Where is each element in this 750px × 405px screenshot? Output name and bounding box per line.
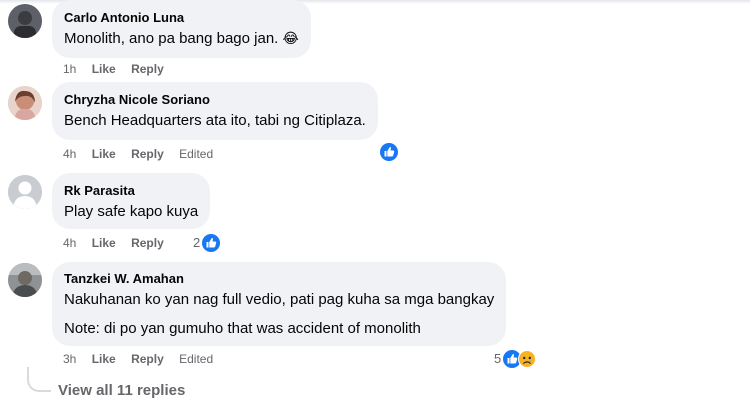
reaction-summary[interactable]: 2 <box>193 234 221 252</box>
comment-author[interactable]: Tanzkei W. Amahan <box>64 271 494 287</box>
comment-text-line: Monolith, ano pa bang bago jan. <box>64 30 279 47</box>
reply-button[interactable]: Reply <box>131 146 164 162</box>
comment-bubble: Carlo Antonio Luna Monolith, ano pa bang… <box>52 0 311 58</box>
reaction-summary[interactable]: 5 <box>494 350 537 368</box>
comment-actions: 4h Like Reply Edited <box>63 146 225 162</box>
reaction-count: 5 <box>494 351 502 366</box>
comment-time[interactable]: 4h <box>63 235 76 251</box>
reply-button[interactable]: Reply <box>131 235 164 251</box>
comment-text-line: Nakuhanan ko yan nag full vedio, pati pa… <box>64 291 495 308</box>
comment-author[interactable]: Carlo Antonio Luna <box>64 10 299 26</box>
like-button[interactable]: Like <box>92 61 116 77</box>
comment-bubble: Tanzkei W. Amahan Nakuhanan ko yan nag f… <box>52 262 507 346</box>
like-button[interactable]: Like <box>92 235 116 251</box>
comment-actions: 3h Like Reply Edited <box>63 351 225 367</box>
comment-author[interactable]: Rk Parasita <box>64 183 198 199</box>
default-profile-icon <box>8 175 42 209</box>
comment-bubble: Rk Parasita Play safe kapo kuya <box>52 173 211 229</box>
comment-time[interactable]: 1h <box>63 61 76 77</box>
profile-photo-icon <box>8 263 42 297</box>
profile-photo-icon <box>8 4 42 38</box>
comment-actions: 4h Like Reply <box>63 235 176 251</box>
like-button[interactable]: Like <box>92 351 116 367</box>
comment-text: Play safe kapo kuya <box>64 203 199 220</box>
comment-actions: 1h Like Reply <box>63 61 176 77</box>
reaction-summary[interactable] <box>380 143 398 161</box>
profile-photo-icon <box>8 86 42 120</box>
avatar-tanzkei[interactable] <box>8 263 42 297</box>
comment-text: Bench Headquarters ata ito, tabi ng Citi… <box>64 112 366 129</box>
comment-time[interactable]: 3h <box>63 351 76 367</box>
comment-bubble: Chryzha Nicole Soriano Bench Headquarter… <box>52 82 378 140</box>
thread-connector-line <box>27 367 51 392</box>
avatar-chryzha[interactable] <box>8 86 42 120</box>
comment-time[interactable]: 4h <box>63 146 76 162</box>
reply-button[interactable]: Reply <box>131 61 164 77</box>
avatar-rk[interactable] <box>8 175 42 209</box>
view-all-replies-link[interactable]: View all 11 replies <box>58 381 185 401</box>
edited-label: Edited <box>179 352 214 366</box>
comment-text-line: Note: di po yan gumuho that was accident… <box>64 320 421 337</box>
like-icon <box>202 234 221 252</box>
like-icon <box>380 143 398 161</box>
edited-label: Edited <box>179 147 214 161</box>
sad-icon <box>518 350 537 368</box>
laughing-emoji-icon: 😂 <box>282 31 299 47</box>
like-button[interactable]: Like <box>92 146 116 162</box>
avatar-carlo[interactable] <box>8 4 42 38</box>
reaction-count: 2 <box>193 235 201 250</box>
comment-author[interactable]: Chryzha Nicole Soriano <box>64 92 366 108</box>
comment-text: Monolith, ano pa bang bago jan. 😂 <box>64 29 299 49</box>
reply-button[interactable]: Reply <box>131 351 164 367</box>
